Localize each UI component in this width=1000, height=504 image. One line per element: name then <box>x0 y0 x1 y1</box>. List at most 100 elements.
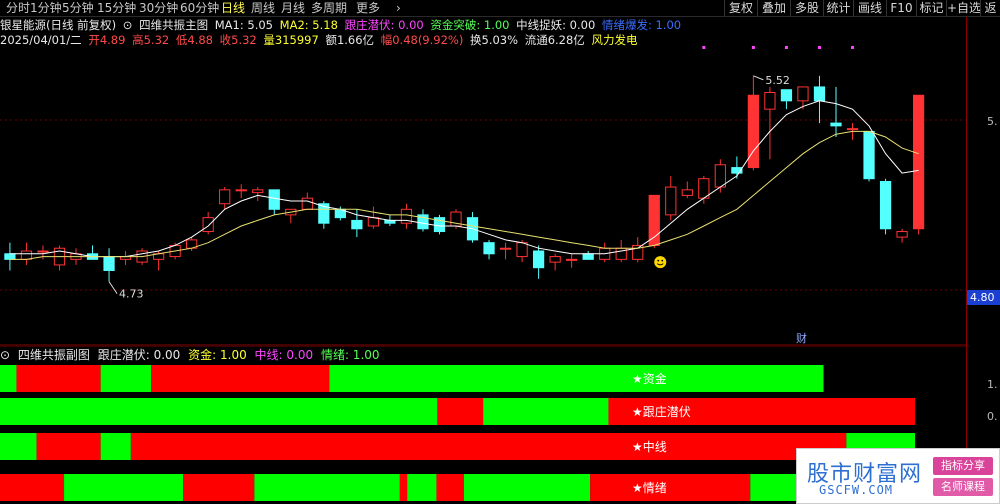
candle-16 <box>268 189 280 215</box>
signal-dots <box>702 46 855 49</box>
period-tab-10[interactable]: 更多 <box>356 1 380 16</box>
candle-15 <box>252 187 264 201</box>
candle-43 <box>714 159 726 193</box>
strip-3-seg-3 <box>254 474 400 501</box>
current-price-tag: 4.80 <box>967 290 1000 305</box>
qingxu-value: 情绪爆发: 1.00 <box>601 18 682 32</box>
period-tab-5[interactable]: 60分钟 <box>180 1 219 16</box>
quote-volume: 量315997 <box>263 33 319 47</box>
stock-name[interactable]: 银星能源(日线 前复权) <box>0 18 116 32</box>
sub-gear-icon[interactable]: ⊙ <box>0 348 10 362</box>
chart-annotations: 5.52 4.73 财 <box>108 74 807 345</box>
period-tab-4[interactable]: 30分钟 <box>139 1 178 16</box>
strip-1-seg-1 <box>437 398 484 425</box>
high-pointer <box>753 75 764 81</box>
candle-54 <box>896 228 908 243</box>
low-pointer <box>108 281 118 294</box>
period-tab-0[interactable]: 分时 <box>6 1 30 16</box>
strip-1: ★跟庄潜伏 <box>0 398 915 425</box>
signal-dot-0 <box>702 46 706 49</box>
quote-row: 2025/04/01/二 开4.89 高5.32 低4.88 收5.32 量31… <box>0 33 640 48</box>
quote-change: 幅0.48(9.92%) <box>380 33 464 47</box>
sub-panel-strips: ★资金 ★跟庄潜伏 ★中线 ★情绪 <box>0 365 915 501</box>
period-tab-9[interactable]: 多周期 <box>311 1 347 16</box>
zijin-value: 资金突破: 1.00 <box>430 18 510 32</box>
candle-48 <box>797 86 809 110</box>
watermark-tag-share: 指标分享 <box>933 457 993 475</box>
more-chevron-icon[interactable]: › <box>396 1 401 16</box>
axis-label-upper: 5. <box>987 115 998 128</box>
period-tab-6[interactable]: 日线 <box>221 1 245 16</box>
indicator-gear-icon[interactable]: ⊙ <box>123 18 133 32</box>
low-label: 4.73 <box>119 288 144 301</box>
ma1-line <box>9 100 919 258</box>
candle-25 <box>417 209 429 232</box>
indicator-name[interactable]: 四维共振主图 <box>139 18 208 32</box>
period-tab-2[interactable]: 5分钟 <box>62 1 94 16</box>
candle-50 <box>830 86 842 137</box>
sub-panel-header: ⊙ 四维共振副图 跟庄潜伏: 0.00 资金: 1.00 中线: 0.00 情绪… <box>0 346 970 362</box>
candle-52 <box>863 130 875 182</box>
candle-0 <box>4 242 16 271</box>
candle-30 <box>499 242 512 260</box>
candle-13 <box>219 187 231 210</box>
strip-label-0: ★资金 <box>632 371 667 386</box>
candle-12 <box>202 212 214 235</box>
period-tab-3[interactable]: 15分钟 <box>97 1 136 16</box>
strip-2-seg-2 <box>100 433 131 460</box>
sub-qingxu: 情绪: 1.00 <box>320 348 380 362</box>
signal-dot-3 <box>817 46 821 49</box>
toolbar-button-5[interactable]: F10 <box>886 0 916 17</box>
quote-turnover: 换5.03% <box>470 33 519 47</box>
zhongxian-value: 中线捉妖: 0.00 <box>516 18 596 32</box>
toolbar-button-4[interactable]: 画线 <box>853 0 886 17</box>
sub-zijin: 资金: 1.00 <box>188 348 247 362</box>
strip-3-seg-8 <box>590 474 751 501</box>
indicator-header: 银星能源(日线 前复权) ⊙ 四维共振主图 MA1: 5.05 MA2: 5.1… <box>0 18 684 33</box>
toolbar-button-8[interactable]: 返 <box>980 0 1000 17</box>
candle-31 <box>516 239 528 263</box>
candle-38 <box>632 237 644 263</box>
finance-marker-icon[interactable]: 财 <box>796 331 807 345</box>
period-tab-1[interactable]: 1分钟 <box>30 1 62 16</box>
candle-47 <box>780 89 793 110</box>
strip-label-1: ★跟庄潜伏 <box>632 404 691 419</box>
quote-float: 流通6.28亿 <box>524 33 585 47</box>
strip-3-seg-2 <box>183 474 255 501</box>
candle-53 <box>879 178 892 235</box>
candle-28 <box>466 212 479 243</box>
candle-6 <box>103 248 115 282</box>
strip-0-seg-0 <box>0 365 17 392</box>
ma2-value: MA2: 5.18 <box>279 18 338 32</box>
watermark-url: GSCFW.COM <box>819 483 894 497</box>
candle-49 <box>813 75 826 124</box>
quote-sector[interactable]: 风力发电 <box>591 33 637 47</box>
strip-1-seg-2 <box>483 398 609 425</box>
toolbar-button-2[interactable]: 多股 <box>790 0 823 17</box>
sub-zhongxian: 中线: 0.00 <box>254 348 314 362</box>
toolbar-button-1[interactable]: 叠加 <box>757 0 790 17</box>
candle-41 <box>681 181 693 199</box>
smiley-icon <box>654 256 667 269</box>
candle-35 <box>582 251 594 260</box>
strip-3-seg-4 <box>399 474 408 501</box>
toolbar-button-7[interactable]: +自选 <box>946 0 980 17</box>
period-tab-8[interactable]: 月线 <box>281 1 305 16</box>
toolbar-button-3[interactable]: 统计 <box>823 0 853 17</box>
strip-3-seg-1 <box>64 474 183 501</box>
candle-55 <box>912 94 925 235</box>
main-chart[interactable]: ★资金 ★跟庄潜伏 ★中线 ★情绪 5.52 4.73 财 <box>0 0 1000 504</box>
quote-date: 2025/04/01/二 <box>0 33 82 47</box>
toolbar-button-0[interactable]: 复权 <box>724 0 757 17</box>
candle-29 <box>483 239 495 260</box>
candle-33 <box>549 253 561 271</box>
candle-7 <box>119 251 132 265</box>
price-axis[interactable] <box>966 17 1000 504</box>
axis-label-sub-1: 1. <box>987 378 998 391</box>
quote-amount: 额1.66亿 <box>325 33 375 47</box>
strip-3: ★情绪 <box>0 474 915 501</box>
toolbar-button-6[interactable]: 标记 <box>916 0 946 17</box>
period-tab-7[interactable]: 周线 <box>251 1 275 16</box>
axis-label-sub-0: 0. <box>987 410 998 423</box>
sub-panel-name[interactable]: 四维共振副图 <box>18 348 90 362</box>
